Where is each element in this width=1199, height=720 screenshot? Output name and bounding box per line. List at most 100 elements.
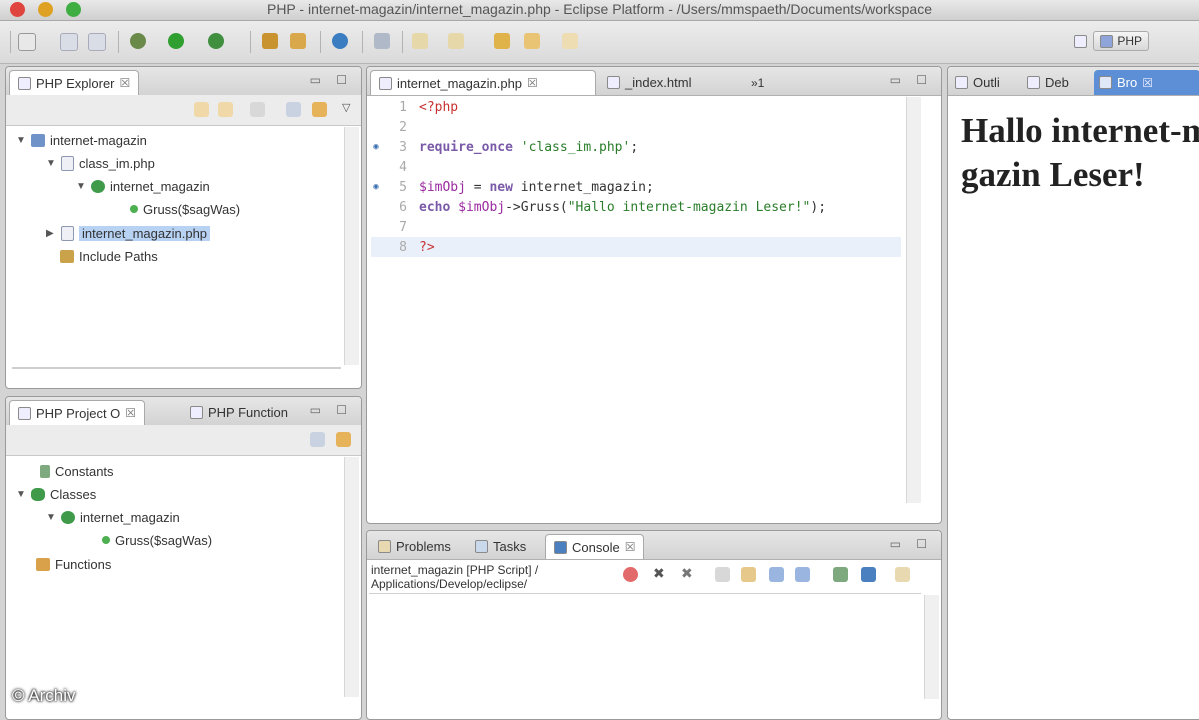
tab-problems[interactable]: Problems [370,534,459,559]
last-edit-icon[interactable] [562,33,578,49]
close-icon[interactable]: ☒ [625,540,636,554]
tree-item-class[interactable]: ▼ internet_magazin [46,507,180,527]
project-outline-tabstrip: PHP Project O ☒ PHP Function ▭ ☐ [6,397,361,426]
console-output[interactable] [369,593,921,702]
tree-item-label: Gruss($sagWas) [143,201,241,217]
php-file-icon [61,155,74,171]
project-outline-tree: Constants ▼ Classes ▼ internet_magazin G… [6,457,343,697]
open-type-icon[interactable] [262,33,278,49]
close-icon[interactable]: ☒ [527,76,538,90]
forward-icon[interactable] [524,33,540,49]
previous-annotation-icon[interactable] [448,33,464,49]
tab-console[interactable]: Console ☒ [545,534,645,559]
collapse-all-icon[interactable] [286,102,301,117]
tab-php-functions[interactable]: PHP Function [182,400,296,425]
expand-arrow-icon[interactable]: ▼ [46,512,56,523]
line-number: 3 [399,139,407,155]
horizontal-scrollbar[interactable] [12,367,341,369]
code-token: ->Gruss( [505,199,568,215]
open-task-icon[interactable] [290,33,306,49]
search-icon[interactable] [374,33,390,49]
display-console-icon[interactable] [861,567,876,582]
view-menu-icon[interactable]: ▽ [342,101,350,114]
print-icon[interactable] [88,33,106,51]
view-window-controls[interactable]: ▭ ☐ [310,73,353,87]
tab-index-html[interactable]: _index.html [599,70,699,95]
tree-item-functions[interactable]: Functions [36,554,111,574]
tree-item-include-paths[interactable]: Include Paths [60,246,158,266]
tree-item-main-file[interactable]: ▶ internet_magazin.php [46,223,211,243]
browser-output-heading: Hallo internet-magazin Leser! [961,111,1199,194]
expand-arrow-icon[interactable]: ▼ [16,489,26,500]
show-on-error-icon[interactable] [795,567,810,582]
run-icon[interactable] [168,33,184,49]
project-outline-view-toolbar [6,425,361,456]
code-line[interactable]: 6 echo $imObj ->Gruss("Hallo internet-maga… [371,197,901,217]
pin-console-icon[interactable] [833,567,848,582]
console-tabstrip: Problems Tasks Console ☒ ▭ ☐ [367,531,941,560]
code-line[interactable]: 7 [371,217,901,237]
code-line[interactable]: ◉ 5 $imObj = new internet_magazin; [371,177,901,197]
remove-all-icon[interactable]: ✖ [681,565,693,582]
code-line[interactable]: 4 [371,157,901,177]
back-icon[interactable] [494,33,510,49]
globe-icon[interactable] [332,33,348,49]
next-annotation-icon[interactable] [412,33,428,49]
link-with-editor-icon[interactable] [336,432,351,447]
tree-item-method[interactable]: Gruss($sagWas) [102,530,212,550]
expand-arrow-icon[interactable]: ▼ [16,135,26,146]
code-token: $imObj [458,199,506,215]
close-icon[interactable]: ☒ [1142,76,1153,90]
vertical-scrollbar[interactable] [344,457,359,697]
save-icon[interactable] [60,33,78,51]
up-nav-icon[interactable] [250,102,265,117]
expand-arrow-icon[interactable]: ▼ [76,181,86,192]
editor-vertical-scrollbar[interactable] [906,97,921,503]
remove-launch-icon[interactable]: ✖ [653,565,665,582]
show-on-output-icon[interactable] [769,567,784,582]
tab-php-explorer[interactable]: PHP Explorer ☒ [9,70,140,95]
forward-nav-icon[interactable] [218,102,233,117]
open-perspective-icon[interactable] [1074,34,1088,48]
tab-debug[interactable]: Deb [1022,70,1074,95]
editor-window-controls[interactable]: ▭ ☐ [890,73,933,87]
tree-item-classes[interactable]: ▼ Classes [16,484,96,504]
tab-overflow[interactable]: »1 [743,70,772,95]
console-window-controls[interactable]: ▭ ☐ [890,537,933,551]
debug-icon[interactable] [130,33,146,49]
code-line[interactable]: 8 ?> [371,237,901,257]
console-icon [554,540,567,554]
code-line[interactable]: 2 [371,117,901,137]
tab-tasks[interactable]: Tasks [467,534,534,559]
code-editor[interactable]: 1 <?php 2 ◉ 3 require_once 'class_im.php'; 4 ◉ 5… [371,97,901,509]
clear-console-icon[interactable] [715,567,730,582]
scroll-lock-icon[interactable] [741,567,756,582]
vertical-scrollbar[interactable] [344,127,359,365]
tab-internet-magazin-php[interactable]: internet_magazin.php ☒ [370,70,596,95]
tree-item-label: Constants [55,463,114,479]
expand-arrow-icon[interactable]: ▼ [46,158,56,169]
new-wizard-icon[interactable] [18,33,36,51]
external-tools-icon[interactable] [208,33,224,49]
back-nav-icon[interactable] [194,102,209,117]
code-line[interactable]: ◉ 3 require_once 'class_im.php'; [371,137,901,157]
close-icon[interactable]: ☒ [120,76,131,90]
view-window-controls[interactable]: ▭ ☐ [310,403,353,417]
open-console-icon[interactable] [895,567,910,582]
collapse-all-icon[interactable] [310,432,325,447]
tree-item-constants[interactable]: Constants [40,461,114,481]
close-icon[interactable]: ☒ [125,406,136,420]
code-line[interactable]: 1 <?php [371,97,901,117]
tab-outline[interactable]: Outli [950,70,1005,95]
link-with-editor-icon[interactable] [312,102,327,117]
tree-item-method[interactable]: Gruss($sagWas) [130,199,240,219]
console-vertical-scrollbar[interactable] [924,595,939,699]
tab-php-project-outline[interactable]: PHP Project O ☒ [9,400,146,425]
tab-browser[interactable]: Bro ☒ [1094,70,1199,95]
tree-item-project[interactable]: ▼ internet-magazin [16,130,147,150]
tree-item-class-file[interactable]: ▼ class_im.php [46,153,155,173]
collapse-arrow-icon[interactable]: ▶ [46,228,56,239]
php-perspective-button[interactable]: PHP [1093,31,1149,51]
tree-item-class[interactable]: ▼ internet_magazin [76,176,210,196]
terminate-icon[interactable] [623,567,638,582]
